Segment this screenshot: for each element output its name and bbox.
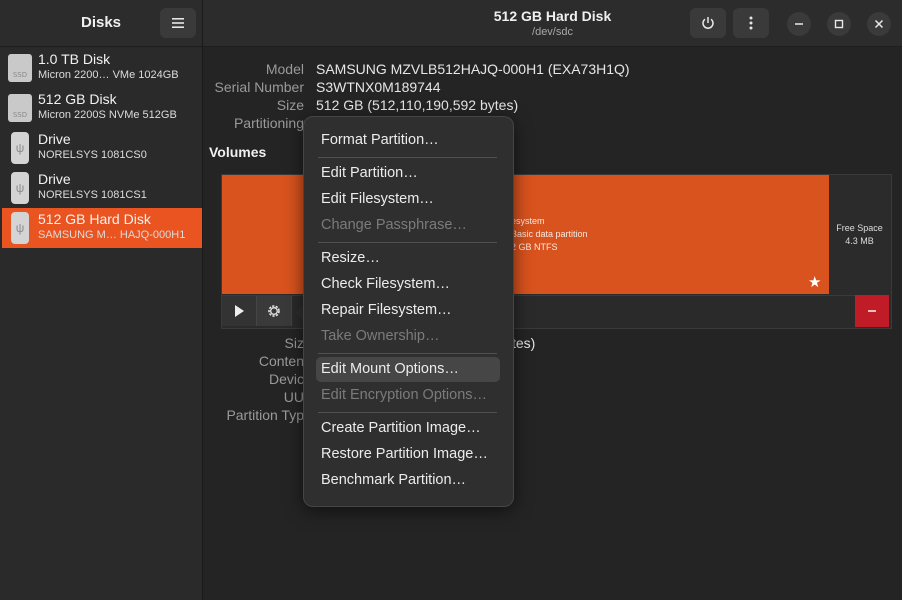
disk-name: 1.0 TB Disk	[38, 51, 111, 67]
free-space-size: 4.3 MB	[845, 236, 874, 246]
minimize-icon	[795, 23, 803, 25]
menu-item-edit-mount-options[interactable]: Edit Mount Options…	[321, 361, 459, 377]
serial-number-value: S3WTNX0M189744	[316, 79, 441, 95]
star-icon: ★	[808, 274, 822, 291]
disk-model: SAMSUNG M… HAJQ-000H1	[38, 229, 186, 241]
disk-item-512gb-hard-disk[interactable]: ψ 512 GB Hard Disk SAMSUNG M… HAJQ-000H1	[2, 208, 202, 248]
menu-separator	[318, 157, 497, 158]
sidebar: Disks SSD 1.0 TB Disk Micron 2200… VMe 1…	[0, 0, 203, 600]
minimize-button[interactable]	[787, 12, 811, 36]
minus-icon	[868, 310, 876, 312]
hamburger-icon	[172, 18, 184, 28]
free-space-label: Free Space	[836, 223, 883, 233]
hamburger-menu-button[interactable]	[160, 8, 196, 38]
disk-model: NORELSYS 1081CS0	[38, 149, 147, 161]
delete-partition-button[interactable]	[855, 295, 889, 327]
partition-line-3: 2 GB NTFS	[511, 242, 558, 252]
play-icon	[235, 305, 244, 317]
partition-line-1: esystem	[511, 216, 545, 226]
contents-label: Conten	[258, 353, 304, 369]
disk-name: Drive	[38, 171, 71, 187]
ssd-icon: SSD	[8, 54, 32, 82]
partition-options-button[interactable]	[257, 296, 292, 326]
menu-item-take-ownership: Take Ownership…	[321, 328, 440, 344]
menu-item-resize[interactable]: Resize…	[321, 250, 380, 266]
maximize-icon	[834, 19, 844, 29]
partition-line-2: Basic data partition	[511, 229, 588, 239]
disk-model: NORELSYS 1081CS1	[38, 189, 147, 201]
header-bar: 512 GB Hard Disk /dev/sdc	[203, 0, 902, 47]
menu-item-edit-encryption-options: Edit Encryption Options…	[321, 387, 488, 403]
size-label: Size	[276, 97, 304, 113]
menu-item-check-filesystem[interactable]: Check Filesystem…	[321, 276, 450, 292]
usb-drive-icon: ψ	[11, 212, 29, 244]
disk-name: 512 GB Hard Disk	[38, 211, 151, 227]
size-value: 512 GB (512,110,190,592 bytes)	[316, 97, 519, 113]
menu-item-benchmark-partition[interactable]: Benchmark Partition…	[321, 472, 466, 488]
partition-type-label: Partition Typ	[226, 407, 304, 423]
usb-drive-icon: ψ	[11, 132, 29, 164]
partition-size-label: Siz	[284, 335, 304, 351]
mount-button[interactable]	[222, 296, 257, 326]
disk-item-512gb[interactable]: SSD 512 GB Disk Micron 2200S NVMe 512GB	[2, 88, 202, 128]
ssd-icon: SSD	[8, 94, 32, 122]
serial-number-label: Serial Number	[214, 79, 304, 95]
disk-item-drive-cs0[interactable]: ψ Drive NORELSYS 1081CS0	[2, 128, 202, 168]
device-label: Devic	[268, 371, 304, 387]
drive-menu-button[interactable]	[733, 8, 769, 38]
disk-name: Drive	[38, 131, 71, 147]
sidebar-header: Disks	[0, 0, 202, 47]
uuid-label: UU	[283, 389, 304, 405]
disk-item-drive-cs1[interactable]: ψ Drive NORELSYS 1081CS1	[2, 168, 202, 208]
disk-item-1tb[interactable]: SSD 1.0 TB Disk Micron 2200… VMe 1024GB	[2, 48, 202, 88]
menu-item-repair-filesystem[interactable]: Repair Filesystem…	[321, 302, 452, 318]
menu-item-change-passphrase: Change Passphrase…	[321, 217, 467, 233]
menu-item-edit-filesystem[interactable]: Edit Filesystem…	[321, 191, 434, 207]
disks-window: Disks SSD 1.0 TB Disk Micron 2200… VMe 1…	[0, 0, 902, 600]
power-icon	[702, 17, 714, 29]
model-value: SAMSUNG MZVLB512HAJQ-000H1 (EXA73H1Q)	[316, 61, 630, 77]
volumes-heading: Volumes	[209, 144, 267, 160]
gear-icon	[268, 305, 280, 317]
disk-model: Micron 2200… VMe 1024GB	[38, 69, 179, 81]
menu-item-create-partition-image[interactable]: Create Partition Image…	[321, 420, 481, 436]
close-icon	[874, 19, 884, 29]
menu-item-format-partition[interactable]: Format Partition…	[321, 132, 439, 148]
menu-separator	[318, 242, 497, 243]
menu-separator	[318, 353, 497, 354]
free-space-block[interactable]	[830, 175, 889, 294]
disk-name: 512 GB Disk	[38, 91, 117, 107]
menu-item-restore-partition-image[interactable]: Restore Partition Image…	[321, 446, 488, 462]
partitioning-label: Partitioning	[233, 115, 304, 131]
model-label: Model	[265, 61, 304, 77]
kebab-menu-icon	[749, 16, 753, 30]
partition-size-value: tes)	[512, 335, 536, 351]
menu-item-edit-partition[interactable]: Edit Partition…	[321, 165, 418, 181]
close-button[interactable]	[867, 12, 891, 36]
maximize-button[interactable]	[827, 12, 851, 36]
usb-drive-icon: ψ	[11, 172, 29, 204]
menu-separator	[318, 412, 497, 413]
disk-model: Micron 2200S NVMe 512GB	[38, 109, 177, 121]
power-off-button[interactable]	[690, 8, 726, 38]
